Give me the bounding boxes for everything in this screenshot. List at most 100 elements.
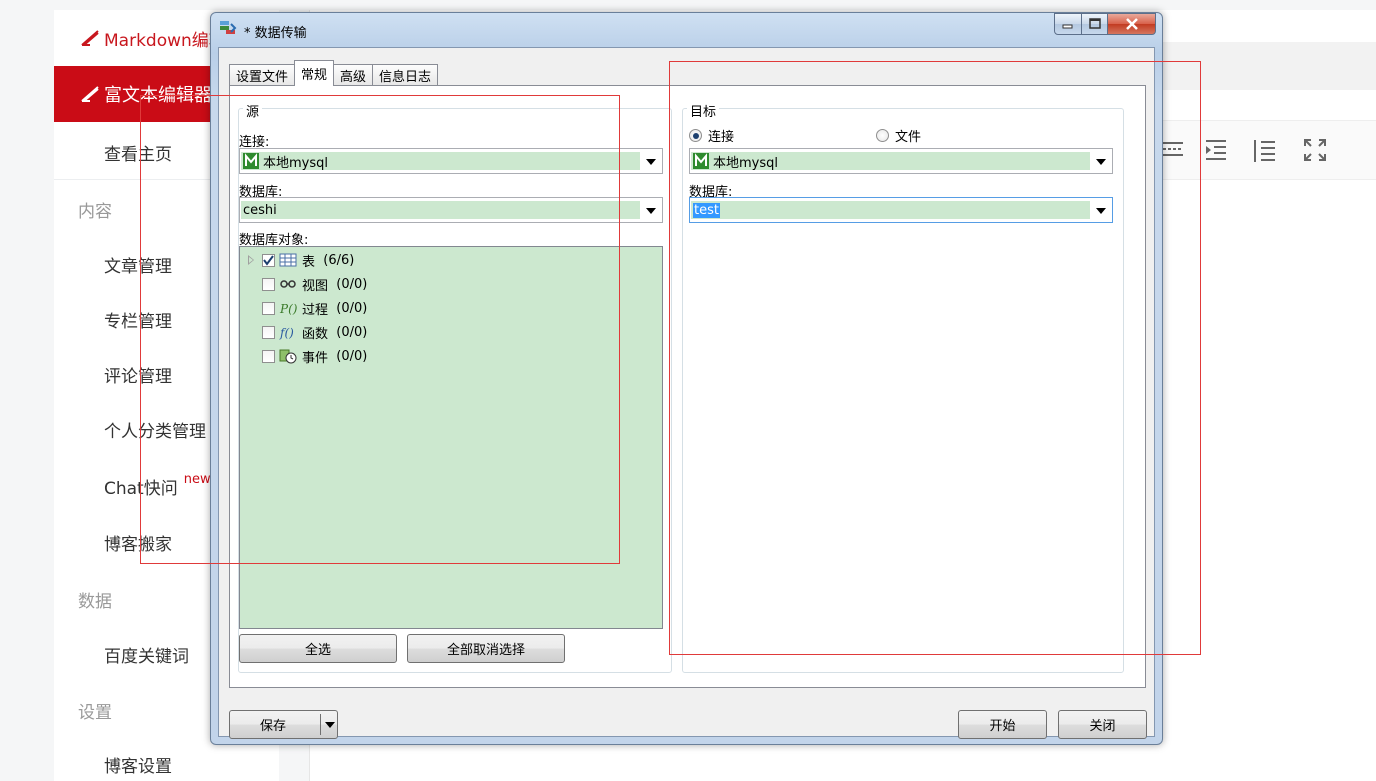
tree-item-views[interactable]: 视图 (0/0)	[248, 274, 367, 294]
tab-log[interactable]: 信息日志	[372, 64, 439, 86]
save-split-button[interactable]: 保存	[229, 710, 338, 739]
expand-arrow-icon[interactable]	[248, 255, 254, 265]
svg-text:f(): f()	[279, 326, 294, 340]
dropdown-arrow-icon[interactable]	[325, 722, 335, 728]
tree-item-tables[interactable]: 表 (6/6)	[248, 250, 354, 270]
events-label: 事件	[302, 350, 329, 366]
tables-count: (6/6)	[323, 252, 355, 268]
dialog-client: 设置文件 常规 高级 信息日志 源 连接: 本地mysql 数据库: ceshi…	[218, 47, 1155, 739]
save-label: 保存	[260, 719, 287, 734]
svg-text:P(): P()	[279, 302, 297, 316]
procedures-label: 过程	[302, 302, 329, 318]
tab-advanced[interactable]: 高级	[333, 64, 374, 86]
editor-title-bar	[1150, 42, 1376, 90]
target-file-radio[interactable]: 文件	[876, 126, 921, 145]
dropdown-arrow-icon	[646, 208, 656, 214]
target-connection-select[interactable]: 本地mysql	[689, 148, 1113, 174]
sidebar-item-chat[interactable]: Chat快问 new	[104, 472, 211, 499]
source-group-label: 源	[243, 101, 263, 120]
tables-label: 表	[302, 254, 316, 270]
target-connection-value: 本地mysql	[713, 155, 778, 171]
tree-item-procedures[interactable]: P() 过程 (0/0)	[248, 298, 367, 318]
dropdown-arrow-icon	[1096, 159, 1106, 165]
source-connection-select[interactable]: 本地mysql	[239, 148, 663, 174]
table-icon	[279, 253, 297, 267]
data-transfer-window: * 数据传输 设置文件 常规 高级 信息日志 源 连接: 本地mysql 数据库…	[210, 12, 1163, 745]
function-icon: f()	[279, 326, 294, 340]
sidebar-item-blog-settings[interactable]: 博客设置	[104, 752, 172, 777]
list-icon[interactable]	[1252, 137, 1278, 163]
view-glasses-icon	[280, 280, 296, 288]
views-checkbox[interactable]	[262, 277, 275, 291]
functions-count: (0/0)	[336, 324, 368, 340]
source-connection-value: 本地mysql	[263, 155, 328, 171]
target-connection-radio[interactable]: 连接	[689, 126, 734, 145]
strikethrough-list-icon[interactable]	[1160, 137, 1186, 163]
mysql-connection-icon	[243, 153, 259, 169]
split-separator	[320, 714, 321, 735]
rich-text-editor-label: 富文本编辑器	[104, 85, 212, 106]
radio-selected-icon[interactable]	[689, 129, 702, 142]
tab-general[interactable]: 常规	[294, 60, 335, 86]
sidebar-item-columns[interactable]: 专栏管理	[104, 307, 172, 332]
sidebar-group-data: 数据	[78, 592, 112, 612]
pen-icon	[81, 86, 99, 102]
target-group-label: 目标	[687, 101, 720, 120]
maximize-button[interactable]	[1082, 13, 1108, 35]
chat-label: Chat快问	[104, 479, 178, 499]
tree-item-functions[interactable]: f() 函数 (0/0)	[248, 322, 367, 342]
sidebar-group-settings: 设置	[78, 703, 112, 723]
select-all-button[interactable]: 全选	[239, 634, 397, 663]
radio-unselected-icon[interactable]	[876, 129, 889, 142]
event-clock-icon	[279, 349, 297, 364]
close-button[interactable]: 关闭	[1058, 710, 1147, 739]
window-controls	[1054, 13, 1156, 35]
functions-checkbox[interactable]	[262, 325, 275, 339]
source-database-value: ceshi	[243, 202, 277, 218]
sidebar-item-articles[interactable]: 文章管理	[104, 252, 172, 277]
minimize-button[interactable]	[1054, 13, 1082, 35]
indent-icon[interactable]	[1203, 137, 1229, 163]
fullscreen-icon[interactable]	[1302, 137, 1328, 163]
deselect-all-button[interactable]: 全部取消选择	[407, 634, 565, 663]
pen-icon	[81, 30, 99, 46]
database-objects-tree[interactable]: 表 (6/6) 视图 (0/0) P() 过程 (0/0) f() 函数 (0/…	[239, 246, 663, 629]
target-database-value: test	[693, 202, 720, 218]
sidebar-group-content: 内容	[78, 202, 112, 222]
start-button[interactable]: 开始	[958, 710, 1047, 739]
tree-item-events[interactable]: 事件 (0/0)	[248, 346, 367, 366]
screen: Markdown编辑器 富文本编辑器 查看主页 内容 文章管理 专栏管理 评论管…	[0, 0, 1376, 781]
sidebar-item-comments[interactable]: 评论管理	[104, 362, 172, 387]
sidebar-item-categories[interactable]: 个人分类管理	[104, 417, 206, 442]
window-title: * 数据传输	[244, 26, 307, 41]
tab-settings-file[interactable]: 设置文件	[229, 64, 296, 86]
source-group: 源 连接: 本地mysql 数据库: ceshi 数据库对象: 表 (6/6) …	[238, 101, 672, 673]
close-icon	[1125, 18, 1138, 30]
dropdown-arrow-icon	[646, 159, 656, 165]
views-label: 视图	[302, 278, 329, 294]
views-count: (0/0)	[336, 276, 368, 292]
target-connection-radio-label: 连接	[708, 130, 735, 145]
events-checkbox[interactable]	[262, 349, 275, 363]
sidebar-item-move[interactable]: 博客搬家	[104, 530, 172, 555]
target-database-select[interactable]: test	[689, 197, 1113, 223]
procedures-checkbox[interactable]	[262, 301, 275, 315]
tables-checkbox[interactable]	[262, 253, 275, 267]
new-badge: new	[183, 472, 211, 488]
functions-label: 函数	[302, 326, 329, 342]
procedures-count: (0/0)	[336, 300, 368, 316]
target-group: 目标 连接 文件 本地mysql 数据库: test	[682, 101, 1124, 673]
events-count: (0/0)	[336, 348, 368, 364]
close-window-button[interactable]	[1108, 13, 1156, 35]
sidebar-item-baidu[interactable]: 百度关键词	[104, 642, 189, 667]
data-transfer-icon	[220, 21, 237, 34]
mysql-connection-icon	[693, 153, 709, 169]
general-tab-panel: 源 连接: 本地mysql 数据库: ceshi 数据库对象: 表 (6/6) …	[229, 85, 1146, 688]
title-bar[interactable]: * 数据传输	[211, 13, 1162, 46]
sidebar-item-home[interactable]: 查看主页	[104, 140, 172, 165]
minimize-icon	[1062, 24, 1073, 29]
tab-bar: 设置文件 常规 高级 信息日志	[229, 60, 439, 86]
checkmark-icon	[263, 254, 274, 266]
procedure-icon: P()	[279, 302, 297, 316]
source-database-select[interactable]: ceshi	[239, 197, 663, 223]
